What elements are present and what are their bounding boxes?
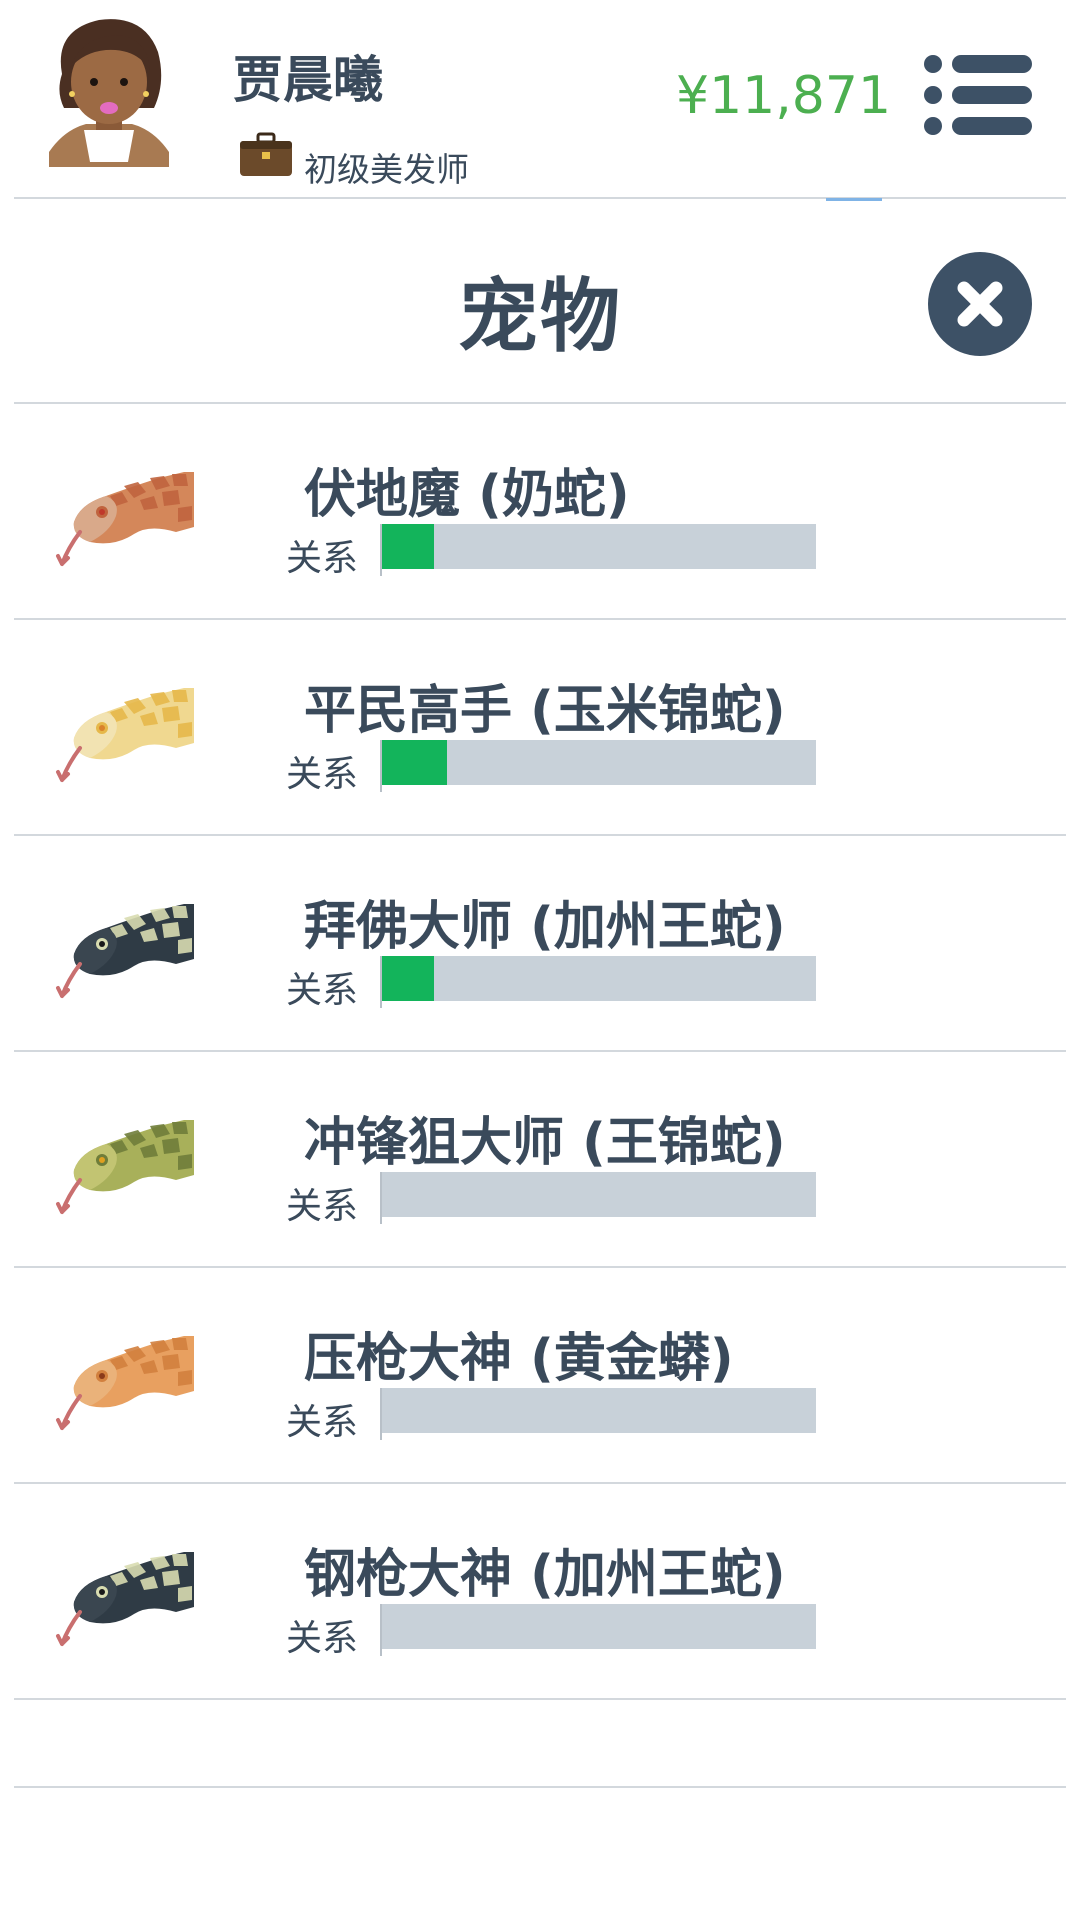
player-name: 贾晨曦 [233,51,383,109]
relationship-bar-tick [380,1388,382,1440]
relationship-bar-fill [382,956,435,1001]
relationship-bar [380,1172,816,1224]
milk-snake-icon [56,472,194,566]
female-avatar-icon[interactable] [44,12,174,167]
pet-name: 冲锋狙大师 (王锦蛇) [304,1113,786,1173]
pet-row[interactable]: 伏地魔 (奶蛇) 关系 [14,404,1066,620]
relationship-bar-fill [382,524,435,569]
row-divider [14,1698,1066,1700]
pet-name: 伏地魔 (奶蛇) [304,465,630,525]
relationship-bar [380,1388,816,1440]
relationship-label: 关系 [286,754,359,795]
relationship-bar-tick [380,1604,382,1656]
close-button[interactable] [928,252,1032,356]
relationship-bar [380,956,816,1008]
relationship-bar [380,524,816,576]
menu-bar [952,55,1032,73]
california-kingsnake-icon [56,904,194,998]
pet-name: 平民高手 (玉米锦蛇) [304,681,786,741]
relationship-bar [380,1604,816,1656]
menu-dot [924,86,942,104]
list-bottom-divider [14,1786,1066,1788]
money-balance: ¥11,871 [676,66,892,126]
pet-name: 钢枪大神 (加州王蛇) [304,1545,786,1605]
relationship-bar-fill [382,740,448,785]
california-kingsnake-icon [56,1552,194,1646]
close-icon [957,281,1003,327]
menu-dot [924,117,942,135]
golden-python-icon [56,1336,194,1430]
modal-title: 宠物 [458,270,622,363]
pet-name: 拜佛大师 (加州王蛇) [304,897,786,957]
menu-dot [924,55,942,73]
pet-row[interactable]: 拜佛大师 (加州王蛇) 关系 [14,836,1066,1052]
pet-row[interactable]: 冲锋狙大师 (王锦蛇) 关系 [14,1052,1066,1268]
relationship-label: 关系 [286,538,359,579]
relationship-label: 关系 [286,970,359,1011]
relationship-bar [380,740,816,792]
header-accent [826,198,882,201]
header-divider [14,197,1066,199]
menu-list-icon[interactable] [924,55,1032,135]
corn-snake-icon [56,688,194,782]
menu-bar [952,86,1032,104]
relationship-label: 关系 [286,1402,359,1443]
pet-row[interactable]: 钢枪大神 (加州王蛇) 关系 [14,1484,1066,1700]
pet-row[interactable]: 平民高手 (玉米锦蛇) 关系 [14,620,1066,836]
relationship-label: 关系 [286,1186,359,1227]
menu-bar [952,117,1032,135]
relationship-label: 关系 [286,1618,359,1659]
top-bar: 贾晨曦 初级美发师 ¥11,871 [0,0,1080,201]
pet-name: 压枪大神 (黄金蟒) [304,1329,734,1389]
relationship-bar-tick [380,1172,382,1224]
king-ratsnake-icon [56,1120,194,1214]
briefcase-icon [240,132,292,176]
job-title: 初级美发师 [304,150,469,189]
pet-row[interactable]: 压枪大神 (黄金蟒) 关系 [14,1268,1066,1484]
